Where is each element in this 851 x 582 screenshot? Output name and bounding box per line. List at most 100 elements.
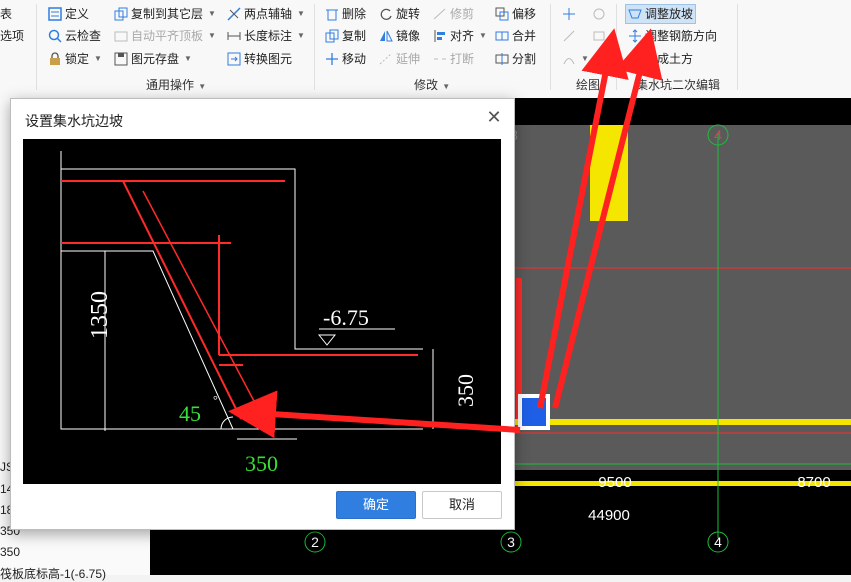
align-icon bbox=[433, 29, 447, 43]
mirror-icon bbox=[379, 29, 393, 43]
chevron-down-icon: ▼ bbox=[208, 9, 216, 18]
height-dim-text: 1350 bbox=[87, 291, 113, 339]
draw-circle-button[interactable] bbox=[592, 5, 606, 23]
slab-area bbox=[512, 125, 851, 470]
copy-button[interactable]: 复制 bbox=[325, 27, 366, 45]
group-modify-text: 修改 bbox=[414, 78, 439, 92]
offset-icon bbox=[495, 7, 509, 21]
rectangle-icon bbox=[592, 29, 606, 43]
gen-earthwork-button[interactable]: 生成土方 bbox=[628, 50, 693, 68]
chevron-down-icon: ▼ bbox=[440, 82, 451, 91]
rebar-direction-icon bbox=[628, 29, 642, 43]
adjust-slope-label: 调整放坡 bbox=[645, 7, 694, 21]
element-save-button[interactable]: 图元存盘 ▼ bbox=[114, 50, 192, 68]
length-label-button[interactable]: 长度标注 ▼ bbox=[227, 27, 305, 45]
lock-button[interactable]: 锁定 ▼ bbox=[48, 50, 102, 68]
delete-icon bbox=[325, 7, 339, 21]
table-item[interactable]: 表 bbox=[0, 5, 12, 23]
dialog-title: 设置集水坑边坡 bbox=[25, 113, 123, 129]
copy-icon bbox=[325, 29, 339, 43]
draw-point-button[interactable] bbox=[562, 5, 576, 23]
chevron-down-icon: ▼ bbox=[297, 9, 305, 18]
element-save-label: 图元存盘 bbox=[131, 52, 180, 66]
move-label: 移动 bbox=[342, 52, 367, 66]
break-icon bbox=[433, 52, 447, 66]
bottom-offset-text: 350 bbox=[245, 451, 278, 476]
move-button[interactable]: 移动 bbox=[325, 50, 366, 68]
convert-element-button[interactable]: 转换图元 bbox=[227, 50, 292, 68]
rotate-button[interactable]: 旋转 bbox=[379, 5, 420, 23]
adjust-slope-button[interactable]: 调整放坡 bbox=[625, 4, 697, 24]
trim-button[interactable]: 修剪 bbox=[433, 5, 474, 23]
cancel-button[interactable]: 取消 bbox=[422, 491, 502, 519]
trim-label: 修剪 bbox=[450, 7, 475, 21]
separator bbox=[616, 4, 617, 90]
select-options-label: 选项 bbox=[0, 29, 25, 43]
auto-flat-top-button[interactable]: 自动平齐顶板 ▼ bbox=[114, 27, 216, 45]
dimension-icon bbox=[227, 29, 241, 43]
group-modify-label[interactable]: 修改 ▼ bbox=[414, 76, 450, 93]
axis-label: 3 bbox=[507, 534, 515, 550]
merge-button[interactable]: 合并 bbox=[495, 27, 536, 45]
list-item[interactable]: 筏板底标高-1(-6.75) bbox=[0, 565, 106, 582]
section-svg: 1350 45 ° 350 -6.75 350 bbox=[60, 151, 478, 476]
split-icon bbox=[495, 52, 509, 66]
section-outline bbox=[60, 151, 423, 430]
rotate-icon bbox=[379, 7, 393, 21]
select-options-item[interactable]: 选项 bbox=[0, 27, 24, 45]
draw-arc-button[interactable]: ▼ bbox=[562, 50, 589, 68]
save-icon bbox=[114, 52, 128, 66]
convert-icon bbox=[227, 52, 241, 66]
group-common-label[interactable]: 通用操作 ▼ bbox=[146, 76, 206, 93]
circle-icon bbox=[592, 7, 606, 21]
flat-top-icon bbox=[114, 29, 128, 43]
group-common-text: 通用操作 bbox=[146, 78, 195, 92]
extend-button[interactable]: 延伸 bbox=[379, 50, 420, 68]
axis-label: 2 bbox=[311, 534, 319, 550]
slope-line bbox=[61, 250, 234, 430]
define-button[interactable]: 定义 bbox=[48, 5, 89, 23]
dim-label: 44900 bbox=[588, 507, 630, 524]
break-button[interactable]: 打断 bbox=[433, 50, 474, 68]
chevron-down-icon: ▼ bbox=[581, 54, 589, 63]
elevation-marker bbox=[317, 334, 337, 346]
define-label: 定义 bbox=[65, 7, 90, 21]
elevation-text: -6.75 bbox=[323, 305, 369, 330]
mirror-button[interactable]: 镜像 bbox=[379, 27, 420, 45]
angle-arc bbox=[220, 416, 234, 430]
separator bbox=[36, 4, 37, 90]
draw-rect-button[interactable] bbox=[592, 27, 606, 45]
axis-icon bbox=[227, 7, 241, 21]
two-point-axis-button[interactable]: 两点辅轴 ▼ bbox=[227, 5, 305, 23]
mirror-label: 镜像 bbox=[396, 29, 421, 43]
adjust-rebar-dir-button[interactable]: 调整钢筋方向 bbox=[628, 27, 717, 45]
close-icon[interactable]: ✕ bbox=[484, 107, 504, 127]
move-icon bbox=[325, 52, 339, 66]
slope-icon bbox=[628, 7, 642, 21]
copy-to-other-floor-label: 复制到其它层 bbox=[131, 7, 204, 21]
adjust-rebar-dir-label: 调整钢筋方向 bbox=[645, 29, 718, 43]
earthwork-icon bbox=[628, 52, 642, 66]
lock-label: 锁定 bbox=[65, 52, 90, 66]
merge-icon bbox=[495, 29, 509, 43]
merge-label: 合并 bbox=[512, 29, 537, 43]
offset-button[interactable]: 偏移 bbox=[495, 5, 536, 23]
split-button[interactable]: 分割 bbox=[495, 50, 536, 68]
yellow-element bbox=[590, 125, 628, 221]
ok-button[interactable]: 确定 bbox=[336, 491, 416, 519]
delete-label: 删除 bbox=[342, 7, 367, 21]
degree-symbol: ° bbox=[213, 393, 218, 407]
delete-button[interactable]: 删除 bbox=[325, 5, 366, 23]
lock-icon bbox=[48, 52, 62, 66]
break-label: 打断 bbox=[450, 52, 475, 66]
define-icon bbox=[48, 7, 62, 21]
list-item[interactable]: 350 bbox=[0, 545, 20, 559]
align-button[interactable]: 对齐 ▼ bbox=[433, 27, 487, 45]
draw-line-button[interactable] bbox=[562, 27, 576, 45]
chevron-down-icon: ▼ bbox=[94, 54, 102, 63]
copy-to-other-floor-button[interactable]: 复制到其它层 ▼ bbox=[114, 5, 216, 23]
selected-pit[interactable] bbox=[522, 398, 546, 426]
cloud-check-button[interactable]: 云检查 bbox=[48, 27, 101, 45]
trim-icon bbox=[433, 7, 447, 21]
dim-label: 8700 bbox=[797, 474, 830, 491]
